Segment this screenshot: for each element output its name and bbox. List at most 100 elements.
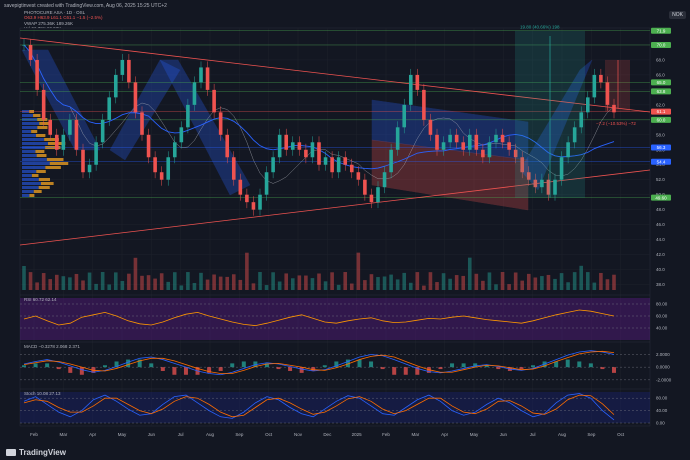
macd-histogram-bar xyxy=(461,363,466,368)
volume-bar xyxy=(599,272,603,290)
candle-body xyxy=(225,134,230,158)
x-tick-label: Feb xyxy=(382,432,390,437)
candle-body xyxy=(599,74,603,83)
price-label: 65.0 xyxy=(657,80,666,85)
macd-histogram-bar xyxy=(403,367,408,375)
volume-profile-bar xyxy=(22,158,47,161)
x-tick-label: Oct xyxy=(617,432,625,437)
macd-histogram-bar xyxy=(299,367,304,373)
volume-bar xyxy=(172,272,177,290)
volume-bar xyxy=(41,273,46,290)
x-tick-label: Oct xyxy=(265,432,273,437)
volume-profile-bar xyxy=(22,186,39,189)
volume-bar xyxy=(422,285,426,290)
x-tick-label: Mar xyxy=(59,432,67,437)
candle-body xyxy=(310,142,315,158)
volume-profile-bar xyxy=(22,134,37,137)
volume-bar xyxy=(356,252,361,290)
candle-body xyxy=(205,67,210,90)
candle-body xyxy=(94,142,98,165)
candle-body xyxy=(107,97,112,120)
candle-body xyxy=(284,134,289,150)
x-tick-label: Jun xyxy=(148,432,156,437)
x-tick-label: Mar xyxy=(411,432,419,437)
tradingview-logo[interactable]: TradingView xyxy=(6,448,66,457)
price-tick-label: 52.0 xyxy=(656,177,665,182)
candle-body xyxy=(336,157,341,173)
macd-histogram-bar xyxy=(230,363,235,368)
volume-bar xyxy=(566,282,570,290)
volume-profile-bar xyxy=(22,114,34,117)
volume-profile-bar xyxy=(33,114,41,117)
candle-body xyxy=(474,134,479,150)
chart-canvas[interactable]: 38.040.042.044.046.048.050.052.054.056.0… xyxy=(0,0,690,460)
pane-title: RSI 60.72 62.14 xyxy=(24,297,57,302)
volume-bar xyxy=(22,266,26,290)
candle-body xyxy=(323,157,328,165)
candle-body xyxy=(153,157,157,173)
volume-bar xyxy=(35,282,39,290)
volume-bar xyxy=(199,272,203,290)
macd-histogram-bar xyxy=(45,363,50,368)
volume-bar xyxy=(467,257,472,290)
x-tick-label: Jul xyxy=(178,432,184,437)
volume-bar xyxy=(100,272,105,290)
candle-body xyxy=(422,89,426,120)
volume-bar xyxy=(310,278,315,290)
price-label: 61.1 xyxy=(657,109,666,114)
volume-bar xyxy=(461,275,466,290)
volume-bar xyxy=(448,278,452,290)
price-tick-label: 48.0 xyxy=(656,207,665,212)
candle-body xyxy=(87,164,92,173)
candle-body xyxy=(264,172,269,195)
candle-body xyxy=(277,134,282,158)
volume-bar xyxy=(546,274,551,290)
macd-histogram-bar xyxy=(565,359,570,368)
volume-bar xyxy=(481,280,485,290)
candle-body xyxy=(441,142,446,150)
price-tick-label: 68.0 xyxy=(656,57,665,62)
volume-profile-bar xyxy=(22,190,34,193)
candle-body xyxy=(467,134,472,150)
volume-bar xyxy=(81,280,85,290)
volume-bar xyxy=(68,277,72,290)
candle-body xyxy=(251,202,256,210)
volume-bar xyxy=(317,273,321,290)
candle-body xyxy=(389,149,393,173)
candle-body xyxy=(461,142,466,150)
volume-bar xyxy=(369,274,374,290)
candle-body xyxy=(500,134,505,143)
x-tick-label: Apr xyxy=(89,432,97,437)
volume-profile-bar xyxy=(22,142,48,145)
macd-histogram-bar xyxy=(322,365,327,368)
price-label: 63.8 xyxy=(657,89,666,94)
volume-bar xyxy=(415,272,420,290)
volume-bar xyxy=(585,272,590,290)
candle-body xyxy=(238,179,243,195)
candle-body xyxy=(231,157,236,180)
volume-bar xyxy=(382,276,387,290)
volume-bar xyxy=(441,273,446,290)
price-label: 70.0 xyxy=(657,43,666,48)
volume-profile-bar xyxy=(22,122,40,125)
candle-body xyxy=(22,44,26,46)
price-tick-label: 58.0 xyxy=(656,132,665,137)
volume-bar xyxy=(159,273,164,290)
candle-body xyxy=(133,82,138,113)
tradingview-icon xyxy=(6,449,16,456)
volume-bar xyxy=(553,278,557,290)
candle-body xyxy=(369,194,374,203)
x-tick-label: Nov xyxy=(294,432,303,437)
volume-profile-bar xyxy=(38,178,50,181)
candle-body xyxy=(68,119,72,135)
macd-histogram-bar xyxy=(577,361,582,368)
candle-body xyxy=(402,104,407,128)
candle-body xyxy=(212,89,216,113)
price-tick-label: 62.0 xyxy=(656,102,665,107)
candle-body xyxy=(454,134,459,143)
candle-body xyxy=(199,67,203,83)
candle-body xyxy=(317,142,321,165)
volume-profile-bar xyxy=(46,158,64,161)
volume-bar xyxy=(238,279,243,290)
price-label: 56.3 xyxy=(657,145,666,150)
